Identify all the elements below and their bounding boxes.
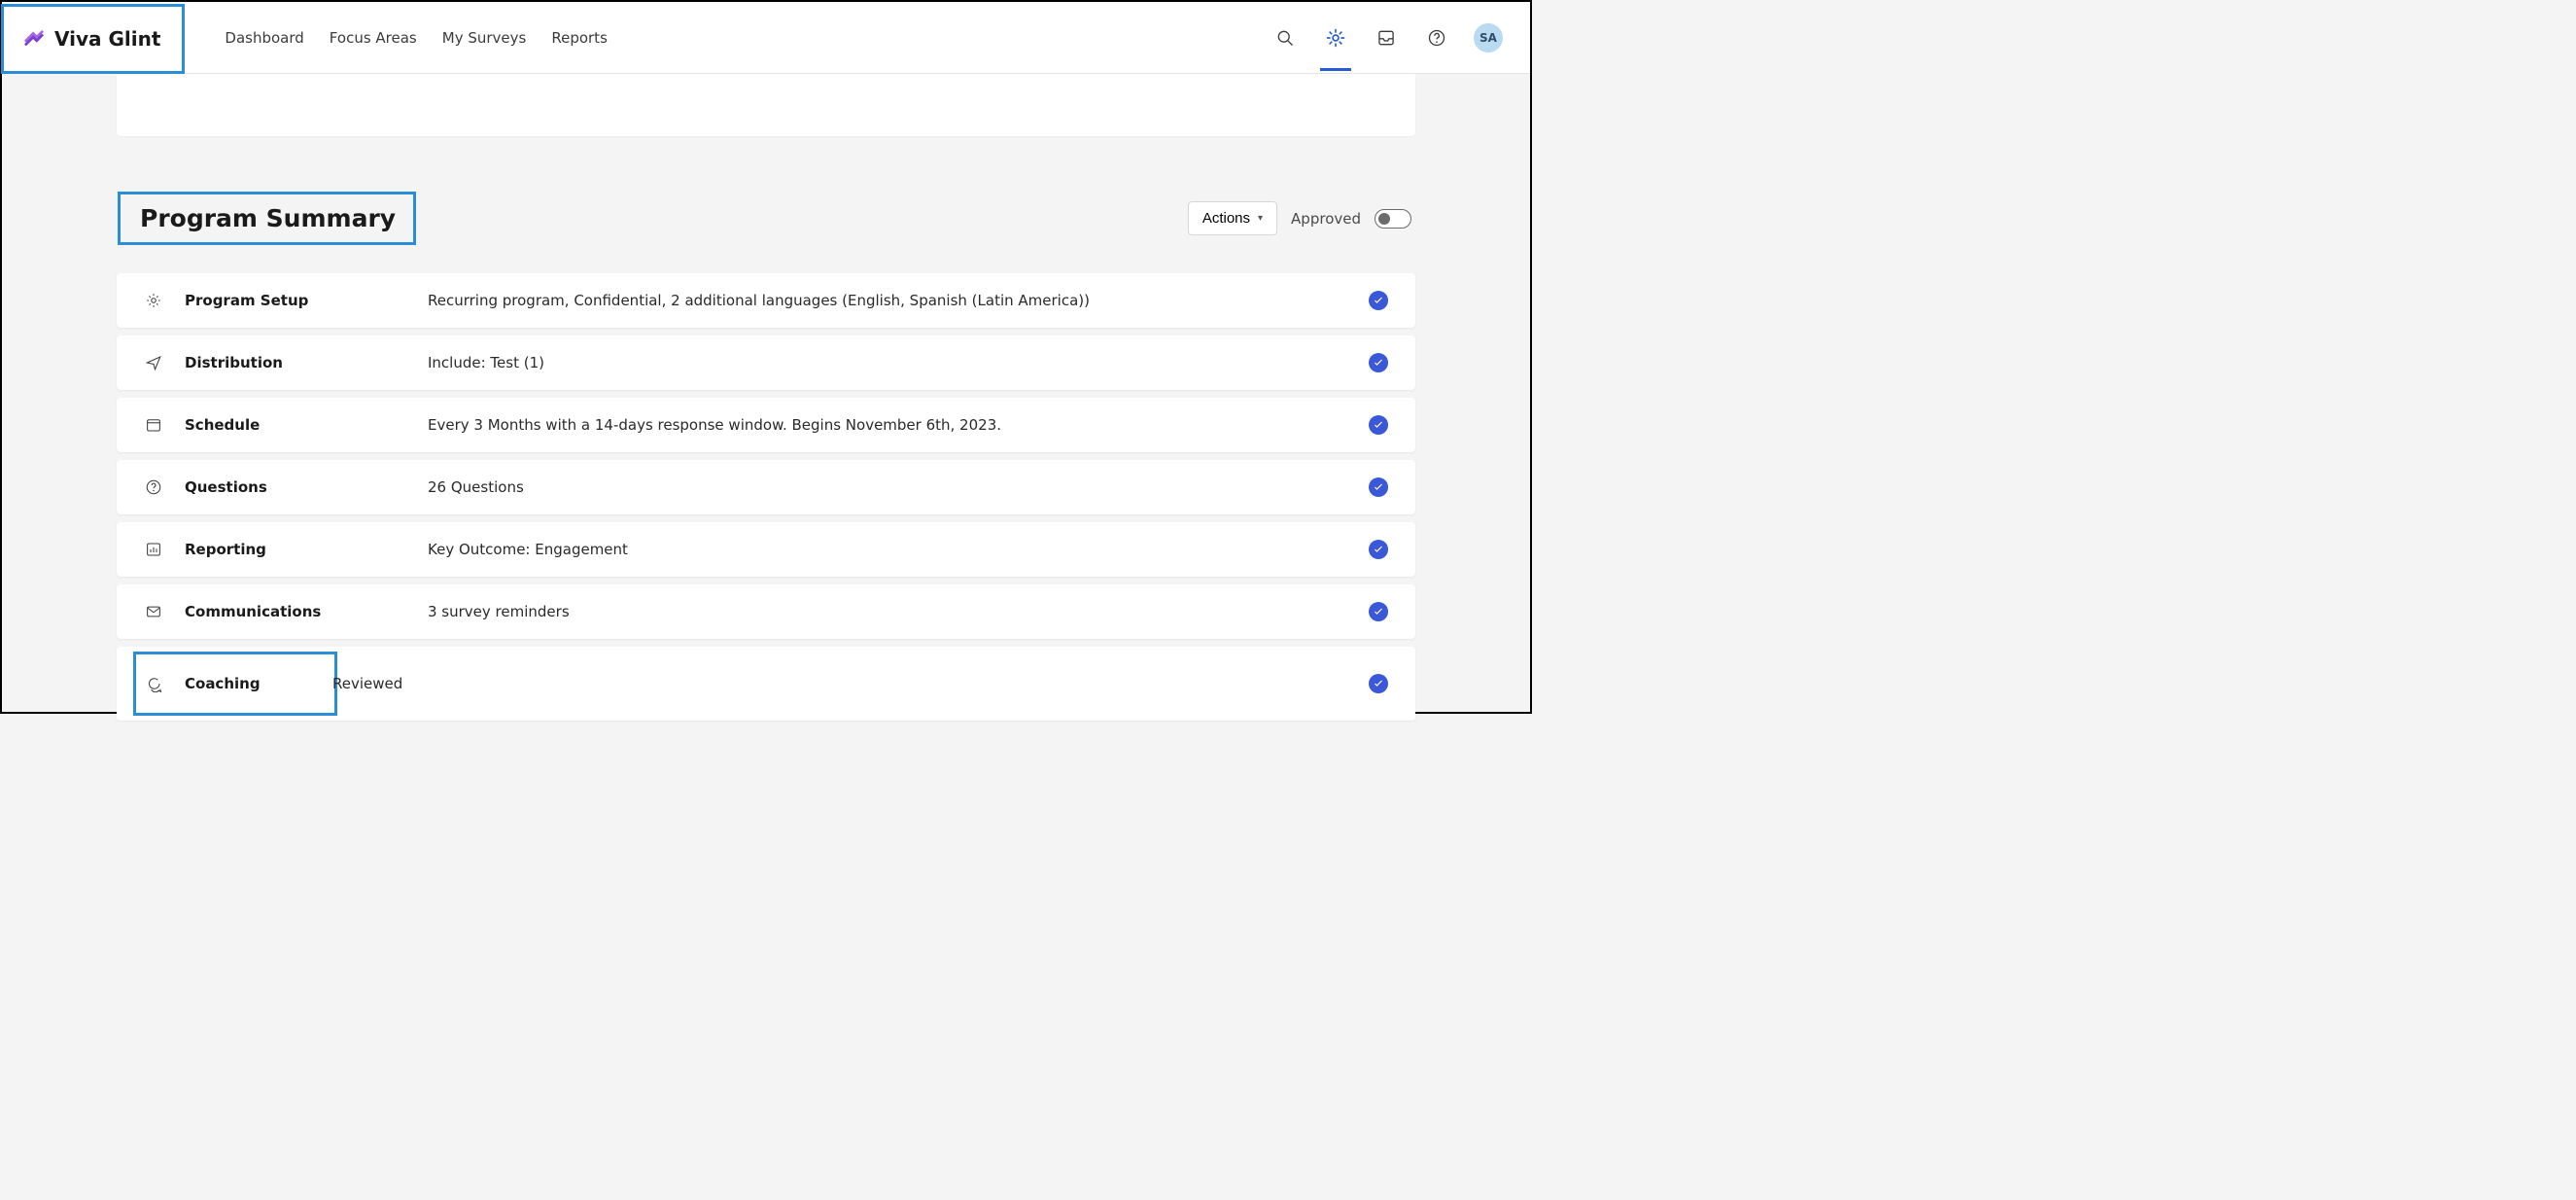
check-icon: [1369, 415, 1388, 435]
check-icon: [1369, 291, 1388, 310]
row-desc: Every 3 Months with a 14-days response w…: [428, 416, 1369, 434]
section-title-highlight: Program Summary: [121, 194, 413, 242]
row-label: Communications: [185, 603, 428, 620]
nav-link-focus-areas[interactable]: Focus Areas: [330, 29, 417, 47]
row-label: Program Setup: [185, 292, 428, 309]
viva-glint-logo-icon: [23, 28, 45, 50]
summary-row-distribution[interactable]: Distribution Include: Test (1): [117, 335, 1415, 390]
chevron-down-icon: ▾: [1258, 213, 1263, 224]
nav-right: SA: [1271, 23, 1503, 53]
row-desc: Recurring program, Confidential, 2 addit…: [428, 292, 1369, 309]
card-above-placeholder: [117, 74, 1415, 136]
approved-toggle[interactable]: [1375, 209, 1411, 229]
summary-row-reporting[interactable]: Reporting Key Outcome: Engagement: [117, 522, 1415, 577]
row-desc: 3 survey reminders: [428, 603, 1369, 620]
row-label: Distribution: [185, 354, 428, 371]
nav-link-reports[interactable]: Reports: [551, 29, 608, 47]
calendar-icon: [144, 415, 163, 435]
inbox-icon[interactable]: [1373, 24, 1400, 52]
summary-row-communications[interactable]: Communications 3 survey reminders: [117, 584, 1415, 639]
question-icon: [144, 477, 163, 497]
top-nav: Viva Glint Dashboard Focus Areas My Surv…: [2, 2, 1530, 74]
check-icon: [1369, 477, 1388, 497]
nav-links: Dashboard Focus Areas My Surveys Reports: [225, 29, 607, 47]
chat-icon: [144, 674, 163, 693]
nav-link-dashboard[interactable]: Dashboard: [225, 29, 303, 47]
actions-button[interactable]: Actions ▾: [1188, 201, 1277, 235]
search-icon[interactable]: [1271, 24, 1299, 52]
row-label: Schedule: [185, 416, 428, 434]
summary-row-program-setup[interactable]: Program Setup Recurring program, Confide…: [117, 273, 1415, 328]
summary-list: Program Setup Recurring program, Confide…: [117, 273, 1415, 721]
chart-icon: [144, 540, 163, 559]
row-desc: Key Outcome: Engagement: [428, 541, 1369, 558]
row-label: Questions: [185, 478, 428, 496]
summary-row-questions[interactable]: Questions 26 Questions: [117, 460, 1415, 514]
page-body: Program Summary Actions ▾ Approved Progr…: [2, 74, 1530, 759]
send-icon: [144, 353, 163, 372]
row-desc: Reviewed: [332, 675, 1369, 692]
section-title: Program Summary: [140, 204, 396, 232]
section-header-right: Actions ▾ Approved: [1188, 201, 1411, 235]
avatar[interactable]: SA: [1474, 23, 1503, 53]
section-header: Program Summary Actions ▾ Approved: [117, 194, 1415, 242]
summary-row-schedule[interactable]: Schedule Every 3 Months with a 14-days r…: [117, 398, 1415, 452]
gear-icon: [144, 291, 163, 310]
mail-icon: [144, 602, 163, 621]
check-icon: [1369, 353, 1388, 372]
row-desc: 26 Questions: [428, 478, 1369, 496]
brand-name: Viva Glint: [54, 27, 160, 51]
nav-link-my-surveys[interactable]: My Surveys: [442, 29, 527, 47]
settings-icon[interactable]: [1322, 24, 1349, 52]
summary-row-coaching[interactable]: Coaching Reviewed: [117, 647, 1415, 721]
approved-label: Approved: [1291, 210, 1361, 228]
actions-button-label: Actions: [1202, 210, 1250, 227]
check-icon: [1369, 674, 1388, 693]
settings-active-underline: [1320, 68, 1351, 71]
row-label: Reporting: [185, 541, 428, 558]
help-icon[interactable]: [1423, 24, 1450, 52]
row-desc: Include: Test (1): [428, 354, 1369, 371]
coaching-highlight: Coaching: [138, 656, 332, 711]
check-icon: [1369, 540, 1388, 559]
check-icon: [1369, 602, 1388, 621]
brand[interactable]: Viva Glint: [4, 7, 182, 71]
